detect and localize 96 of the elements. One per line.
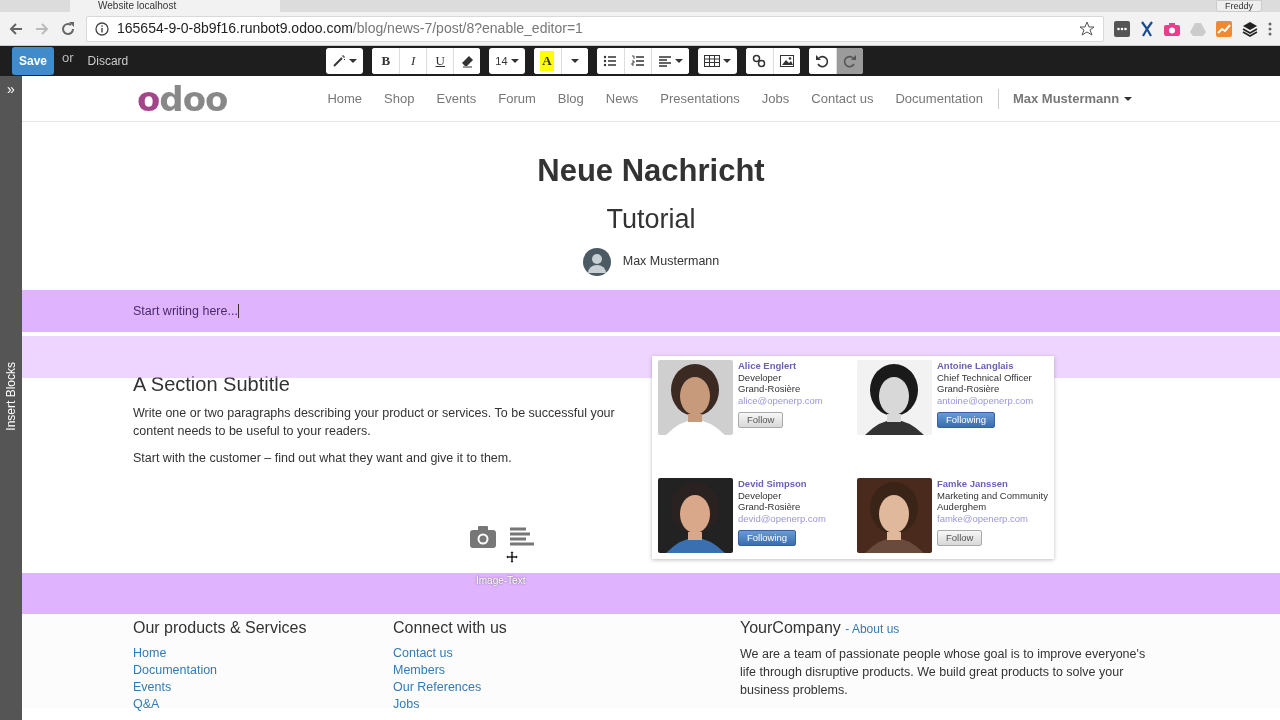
about-link[interactable]: - About us <box>845 622 900 636</box>
footer-link[interactable]: Jobs <box>393 696 653 714</box>
redo-icon <box>842 54 857 68</box>
member-email[interactable]: alice@openerp.com <box>738 395 823 407</box>
move-cursor-icon <box>506 551 518 563</box>
paragraph: Write one or two paragraphs describing your product or services. To be successful your content needs to be useful to your readers. <box>133 405 616 440</box>
caret-icon <box>674 59 683 63</box>
nav-link[interactable]: Presentations <box>649 88 751 109</box>
footer-link[interactable]: Our References <box>393 679 653 697</box>
table-icon <box>703 54 720 68</box>
camera-icon[interactable] <box>1164 21 1180 36</box>
eraser-icon <box>460 54 475 68</box>
footer-link[interactable]: Q&A <box>133 696 393 714</box>
camera-icon[interactable] <box>470 526 496 548</box>
follow-button[interactable]: Following <box>937 411 996 428</box>
member-location: Grand-Rosière <box>738 501 802 514</box>
author-name: Max Mustermann <box>622 253 720 271</box>
wand-icon <box>332 54 347 68</box>
nav-link[interactable]: News <box>594 88 650 109</box>
undo-icon <box>815 54 830 68</box>
nav-link[interactable]: Forum <box>487 88 547 109</box>
image-button[interactable] <box>772 48 800 74</box>
layers-icon[interactable] <box>1242 20 1258 37</box>
caret-icon <box>1124 96 1133 101</box>
nav-link[interactable]: Shop <box>373 88 426 109</box>
profile-button[interactable]: Freddy <box>1216 0 1262 12</box>
discard-button[interactable]: Discard <box>81 52 135 70</box>
star-icon[interactable] <box>1079 20 1095 37</box>
nav-link[interactable]: Blog <box>546 88 595 109</box>
member-location: Grand-Rosière <box>738 383 802 396</box>
menu-icon[interactable] <box>1268 20 1272 37</box>
panel-label: Insert Blocks <box>3 362 19 431</box>
editable-block[interactable]: Start writing here... <box>22 290 1280 332</box>
member-location: Auderghem <box>937 501 988 514</box>
caret-icon <box>570 59 579 63</box>
member-name[interactable]: Antoine Langlais <box>937 360 1034 372</box>
logo[interactable]: odoo <box>137 81 228 116</box>
address-bar[interactable]: 165654-9-0-8b9f16.runbot9.odoo.com/blog/news-7/post/8?enable_editor=1 <box>86 15 1104 42</box>
align-icon <box>657 54 672 68</box>
member-email[interactable]: famke@openerp.com <box>937 513 1048 525</box>
post-subtitle: Tutorial <box>606 203 696 236</box>
footer-link[interactable]: Events <box>133 679 393 697</box>
company-name: YourCompany <box>740 619 841 636</box>
reload-icon[interactable] <box>60 20 76 37</box>
nav-link[interactable]: Home <box>316 88 374 109</box>
color-dropdown-button[interactable] <box>560 48 588 74</box>
insert-blocks-panel[interactable]: » Insert Blocks <box>0 76 22 720</box>
member-email[interactable]: devid@openerp.com <box>738 513 826 525</box>
member-name[interactable]: Devid Simpson <box>738 478 826 490</box>
member-email[interactable]: antoine@openerp.com <box>937 395 1034 407</box>
url-text: 165654-9-0-8b9f16.runbot9.odoo.com/blog/news-7/post/8?enable_editor=1 <box>117 19 583 38</box>
member-location: Grand-Rosière <box>937 383 1001 396</box>
paragraph: Start with the customer – find out what they want and give it to them. <box>133 450 513 467</box>
nav-link[interactable]: Documentation <box>884 88 994 109</box>
nav-link[interactable]: Events <box>425 88 488 109</box>
align-dropdown[interactable] <box>650 48 689 74</box>
company-description: We are a team of passionate people whose goal is to improve everyone's life through disruptive products. We build great products to solve your business problems. <box>740 646 1147 700</box>
snippet-label: Image-Text <box>476 574 526 588</box>
caret-icon <box>722 59 731 63</box>
or-text: or <box>62 49 74 68</box>
footer-heading: Connect with us <box>393 618 508 638</box>
caret-icon <box>510 59 519 63</box>
text-lines-icon[interactable] <box>510 527 534 547</box>
footer-link[interactable]: Contact us <box>393 645 653 663</box>
footer-link[interactable]: Documentation <box>133 662 393 680</box>
user-menu[interactable]: Max Mustermann <box>1002 88 1143 109</box>
member-role: Chief Technical Officer <box>937 371 1033 384</box>
member-name[interactable]: Famke Janssen <box>937 478 1048 490</box>
follow-button[interactable]: Following <box>738 529 797 546</box>
image-icon <box>779 54 794 68</box>
info-icon[interactable] <box>95 21 109 36</box>
nav-link[interactable]: Jobs <box>750 88 801 109</box>
eraser-button[interactable] <box>453 48 481 74</box>
numbered-list-icon <box>630 54 645 68</box>
list-icon <box>603 54 618 68</box>
footer-link[interactable]: Members <box>393 662 653 680</box>
link-icon <box>752 54 767 68</box>
member-role: Marketing and Community <box>937 489 1048 502</box>
save-button[interactable]: Save <box>12 47 55 75</box>
follow-button[interactable]: Follow <box>738 411 784 428</box>
nav-link[interactable]: Contact us <box>800 88 885 109</box>
member-role: Developer <box>738 371 783 384</box>
body-text: Start writing here... <box>133 302 238 320</box>
footer-heading: Our products & Services <box>133 618 308 638</box>
follow-button[interactable]: Follow <box>937 529 983 546</box>
dots-icon[interactable] <box>1114 20 1130 37</box>
browser-tab[interactable]: Website localhost <box>70 0 280 12</box>
back-icon[interactable] <box>8 20 24 37</box>
footer-link[interactable]: Home <box>133 645 393 663</box>
member-name[interactable]: Alice Englert <box>738 360 823 372</box>
avatar-icon <box>582 247 611 276</box>
post-title: Neue Nachricht <box>537 152 765 190</box>
member-role: Developer <box>738 489 783 502</box>
caret-icon <box>349 59 358 63</box>
section-heading: A Section Subtitle <box>133 372 291 396</box>
expand-toggle[interactable]: » <box>7 82 15 96</box>
